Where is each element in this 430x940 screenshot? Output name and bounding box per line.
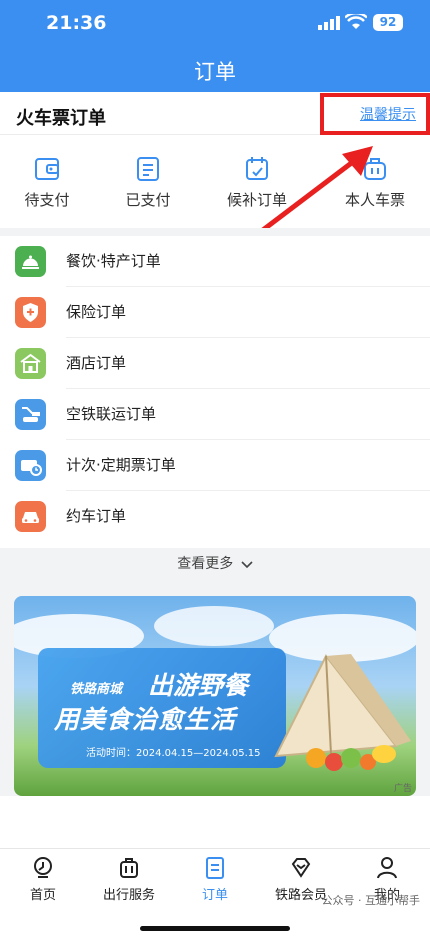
car-icon [15, 501, 46, 532]
train-orders-title: 火车票订单 [16, 108, 106, 129]
status-time: 21:36 [46, 12, 107, 34]
view-more-button[interactable]: 查看更多 [0, 553, 430, 573]
tab-orders[interactable]: 订单 [172, 855, 258, 903]
order-row-air-rail[interactable]: 空铁联运订单 [0, 389, 430, 440]
watermark: 公众号 · 互通小帮手 [321, 894, 421, 907]
home-indicator [140, 926, 290, 931]
page-title: 订单 [194, 60, 236, 84]
order-icon [206, 857, 224, 879]
status-label: 已支付 [125, 191, 171, 209]
travel-icon [120, 858, 138, 878]
order-row-car[interactable]: 约车订单 [0, 491, 430, 542]
status-label: 待支付 [24, 191, 70, 209]
battery-indicator: 92 [373, 14, 403, 31]
status-pending-payment[interactable]: 待支付 [2, 155, 92, 210]
order-row-label: 约车订单 [66, 507, 127, 525]
profile-icon [377, 857, 397, 879]
tab-label: 首页 [29, 888, 56, 903]
section-gap [0, 228, 430, 236]
tent-picnic-illustration [274, 654, 411, 771]
banner-title-2: 用美食治愈生活 [54, 705, 237, 734]
wifi-icon [345, 14, 367, 29]
shield-icon [15, 297, 46, 328]
signal-icon [318, 16, 340, 30]
order-row-food[interactable]: 餐饮·特产订单 [0, 236, 430, 287]
banner-title-1: 出游野餐 [148, 671, 249, 700]
status-bar: 21:36 92 [0, 0, 430, 48]
member-icon [291, 858, 311, 878]
page-bottom-space [0, 796, 430, 848]
order-row-label: 计次·定期票订单 [66, 456, 176, 474]
banner-brand: 铁路商城 [70, 682, 123, 697]
order-row-label: 酒店订单 [66, 354, 127, 372]
order-row-hotel[interactable]: 酒店订单 [0, 338, 430, 389]
food-icon [15, 246, 46, 277]
plane-train-icon [15, 399, 46, 430]
ad-tag: 广告 [393, 784, 412, 794]
tab-home[interactable]: 首页 [0, 855, 86, 903]
ticket-icon [15, 450, 46, 481]
home-icon [34, 857, 52, 878]
other-orders-list: 餐饮·特产订单 保险订单 酒店订单 空铁联运订单 计次·定期票订单 约车订单 [0, 236, 430, 548]
chevron-down-icon [241, 561, 253, 569]
promo-banner[interactable]: 铁路商城 出游野餐 用美食治愈生活 活动时间：2024.04.15—2024.0… [14, 596, 416, 796]
status-paid[interactable]: 已支付 [103, 155, 193, 210]
banner-date: 活动时间：2024.04.15—2024.05.15 [86, 748, 261, 759]
order-row-label: 空铁联运订单 [66, 405, 157, 423]
wallet-icon [35, 158, 59, 180]
tab-travel-service[interactable]: 出行服务 [86, 855, 172, 903]
tab-label: 订单 [201, 888, 228, 903]
tab-label: 出行服务 [102, 888, 155, 903]
hotel-icon [15, 348, 46, 379]
order-row-label: 餐饮·特产订单 [66, 252, 161, 270]
receipt-icon [137, 157, 159, 181]
highlight-box [320, 93, 430, 135]
order-row-pass[interactable]: 计次·定期票订单 [0, 440, 430, 491]
order-row-insurance[interactable]: 保险订单 [0, 287, 430, 338]
order-row-label: 保险订单 [66, 303, 127, 321]
app-header: 21:36 92 订单 [0, 0, 430, 92]
view-more-label: 查看更多 [177, 556, 234, 572]
